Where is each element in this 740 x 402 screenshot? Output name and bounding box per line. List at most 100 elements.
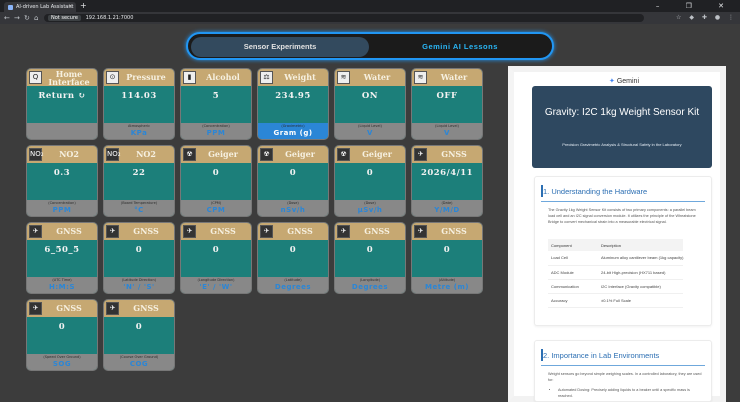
sensor-card[interactable]: NO₂ NO2 22 (Board Temperature) °C — [103, 145, 175, 217]
sensor-sublabel: (CPM) — [210, 201, 222, 205]
card-footer: (Date) Y/M/D — [412, 200, 482, 216]
table-cell: Aluminum alloy cantilever beam (1kg capa… — [598, 251, 684, 266]
profile-icon[interactable]: ● — [715, 14, 720, 21]
browser-tab[interactable]: AI-driven Lab Assistant × — [4, 2, 76, 12]
sensor-unit: H:M:S — [49, 283, 75, 291]
sensor-card[interactable]: ☢ Geiger 0 (Dose) μSv/h — [334, 145, 406, 217]
sensor-unit: 'E' / 'W' — [199, 283, 233, 291]
sensor-card[interactable]: ≋ Water OFF (Liquid Level) V — [411, 68, 483, 140]
sensor-icon: ≋ — [337, 71, 350, 84]
back-icon[interactable]: ← — [4, 12, 10, 24]
sensor-icon: ⊙ — [106, 71, 119, 84]
sensor-card[interactable]: ✈ GNSS 0 (Latitude) Degrees — [257, 222, 329, 294]
sensor-icon: ⚖ — [260, 71, 273, 84]
sensor-sublabel: (Dose) — [287, 201, 299, 205]
sensor-value: Return ↻ — [38, 91, 86, 101]
address-bar[interactable]: Not secure 192.168.1.21:7000 — [44, 14, 644, 22]
sensor-sublabel: (Latitude Direction) — [121, 278, 157, 282]
toolbar-icons: ☆ ◆ ✚ ● ⋮ — [670, 12, 734, 24]
card-footer: (Gravimetric) Gram (g) — [258, 123, 328, 139]
sensor-icon: Q — [29, 71, 42, 84]
sensor-card[interactable]: ✈ GNSS 0 (Longitude) Degrees — [334, 222, 406, 294]
sensor-name: GNSS — [56, 226, 82, 236]
tab-gemini-ai-lessons[interactable]: Gemini AI Lessons — [371, 37, 549, 57]
sensor-sublabel: (Speed Over Ground) — [43, 355, 81, 359]
sensor-name: GNSS — [287, 226, 313, 236]
not-secure-badge[interactable]: Not secure — [48, 15, 81, 21]
sensor-sublabel: (Longitude) — [359, 278, 381, 282]
sensor-name: Alcohol — [206, 72, 240, 82]
sensor-value: 0 — [443, 245, 451, 255]
table-row: Communication I2C Interface (Gravity comp… — [548, 279, 684, 294]
sensor-value: 234.95 — [275, 91, 311, 101]
sensor-name: Home Interface — [48, 69, 90, 87]
sensor-value: 0 — [212, 168, 220, 178]
sensor-card[interactable]: ✈ GNSS 0 (Longitude Direction) 'E' / 'W' — [180, 222, 252, 294]
sensor-card[interactable]: ☢ Geiger 0 (Dose) nSv/h — [257, 145, 329, 217]
sensor-value: 0 — [135, 322, 143, 332]
card-footer — [27, 123, 97, 139]
sensor-card[interactable]: ⚖ Weight 234.95 (Gravimetric) Gram (g) — [257, 68, 329, 140]
tab-close-icon[interactable]: × — [68, 2, 73, 12]
sensor-sublabel: (Liquid Level) — [358, 124, 382, 128]
card-footer: (CPM) CPM — [181, 200, 251, 216]
gemini-label: Gemini — [616, 78, 640, 85]
sensor-card[interactable]: ✈ GNSS 0 (Course Over Ground) COG — [103, 299, 175, 371]
table-header: Component — [548, 239, 598, 251]
forward-icon[interactable]: → — [14, 12, 20, 24]
card-footer: Atmospheric KPa — [104, 123, 174, 139]
sensor-card[interactable]: ⊙ Pressure 114.03 Atmospheric KPa — [103, 68, 175, 140]
sensor-icon: ✈ — [414, 225, 427, 238]
sensor-unit: Degrees — [274, 283, 312, 291]
sensor-name: GNSS — [56, 303, 82, 313]
card-footer: (Longitude) Degrees — [335, 277, 405, 293]
sensor-value: ON — [361, 91, 379, 101]
card-footer: (Concentration) PPM — [27, 200, 97, 216]
tab-sensor-experiments[interactable]: Sensor Experiments — [191, 37, 369, 57]
sensor-icon: ✈ — [29, 302, 42, 315]
sensor-unit: Gram (g) — [273, 129, 313, 137]
sensor-card[interactable]: ✈ GNSS 0 (Altitude) Metre (m) — [411, 222, 483, 294]
section-body: The Gravity 1kg Weight Sensor Kit consis… — [548, 208, 696, 224]
app-root: Sensor Experiments Gemini AI Lessons Q Ho… — [0, 24, 740, 402]
sensor-card[interactable]: ☢ Geiger 0 (CPM) CPM — [180, 145, 252, 217]
sensor-card[interactable]: ✈ GNSS 6_50_5 (UTC Time) H:M:S — [26, 222, 98, 294]
sensor-card[interactable]: NO₂ NO2 0.3 (Concentration) PPM — [26, 145, 98, 217]
bookmark-star-icon[interactable]: ☆ — [676, 14, 681, 21]
sensor-card[interactable]: Q Home Interface Return ↻ — [26, 68, 98, 140]
sensor-card[interactable]: ✈ GNSS 0 (Speed Over Ground) SOG — [26, 299, 98, 371]
sensor-icon: ▮ — [183, 71, 196, 84]
card-footer: (Altitude) Metre (m) — [412, 277, 482, 293]
sensor-card[interactable]: ✈ GNSS 2026/4/11 (Date) Y/M/D — [411, 145, 483, 217]
sensor-card[interactable]: ▮ Alcohol 5 (Concentration) PPM — [180, 68, 252, 140]
sensor-unit: SOG — [52, 360, 72, 368]
sensor-icon: ✈ — [337, 225, 350, 238]
sensor-value: 114.03 — [121, 91, 157, 101]
sensor-card[interactable]: ≋ Water ON (Liquid Level) V — [334, 68, 406, 140]
reload-icon[interactable]: ↻ — [24, 12, 30, 24]
sensor-card[interactable]: ✈ GNSS 0 (Latitude Direction) 'N' / 'S' — [103, 222, 175, 294]
home-icon[interactable]: ⌂ — [34, 12, 38, 24]
card-footer: (Latitude Direction) 'N' / 'S' — [104, 277, 174, 293]
sensor-value: 0 — [289, 168, 297, 178]
sensor-sublabel: (Board Temperature) — [120, 201, 158, 205]
sensor-sublabel: (UTC Time) — [52, 278, 72, 282]
sensor-unit: CPM — [206, 206, 226, 214]
table-cell: ±0.1% Full Scale — [598, 293, 684, 308]
sensor-value: 2026/4/11 — [420, 168, 474, 178]
window-controls[interactable]: – ❐ ✕ — [656, 0, 736, 12]
sensor-sublabel: (Gravimetric) — [281, 124, 305, 128]
sensor-value: 0 — [135, 245, 143, 255]
extensions-puzzle-icon[interactable]: ✚ — [702, 14, 707, 21]
extension-icon[interactable]: ◆ — [689, 14, 694, 21]
gemini-star-icon: ✦ — [609, 78, 615, 85]
sensor-sublabel: Atmospheric — [127, 124, 150, 128]
menu-icon[interactable]: ⋮ — [728, 14, 734, 21]
sensor-icon: ☢ — [260, 148, 273, 161]
sensor-unit: Degrees — [351, 283, 389, 291]
sensor-value: 6_50_5 — [44, 245, 80, 255]
sensor-name: NO2 — [136, 149, 156, 159]
new-tab-button[interactable]: + — [80, 1, 87, 10]
sensor-icon: ✈ — [106, 225, 119, 238]
sensor-name: Geiger — [285, 149, 315, 159]
